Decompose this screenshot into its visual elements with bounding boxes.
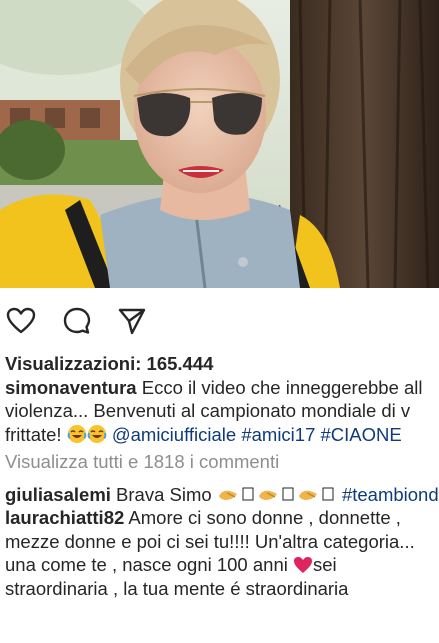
red-heart-emoji <box>293 556 313 577</box>
comment-text: sei <box>312 554 337 575</box>
comment-text: straordinaria , la tua mente é straordin… <box>5 577 349 599</box>
views-row: Visualizzazioni: 165.444 <box>5 352 439 376</box>
tears-of-joy-emoji <box>67 424 87 447</box>
caption-text-2: violenza... Benvenuti al campionato mond… <box>5 400 411 421</box>
caption-line-2: violenza... Benvenuti al campionato mond… <box>5 399 439 423</box>
view-all-comments-link[interactable]: Visualizza tutti e 1818 i commenti <box>5 450 439 474</box>
caption-line-3: frittate! @amiciufficiale #amici17 #CIAO… <box>5 423 439 447</box>
hashtag-link-ciaone[interactable]: #CIAONE <box>321 424 402 445</box>
caption-line-1: simonaventura Ecco il video che innegger… <box>5 376 439 400</box>
comment-continuation: mezze donne e poi ci sei tu!!!! Un'altra… <box>5 530 439 554</box>
comment-continuation: una come te , nasce ogni 100 anni sei <box>5 553 439 577</box>
comment-continuation: straordinaria , la tua mente é straordin… <box>5 577 439 601</box>
mention-link[interactable]: @amiciufficiale <box>112 424 236 445</box>
clapping-hands-emoji <box>217 484 257 507</box>
comment-text: Amore ci sono donne , donnette , <box>128 507 401 528</box>
hashtag-link-amici17[interactable]: #amici17 <box>241 424 315 445</box>
caption-text-1: Ecco il video che inneggerebbe all <box>141 376 423 398</box>
views-label: Visualizzazioni: <box>5 353 142 374</box>
comment-row: laurachiatti82 Amore ci sono donne , don… <box>5 506 439 530</box>
heart-outline-icon <box>6 307 36 334</box>
paper-plane-icon <box>118 308 146 335</box>
clapping-hands-emoji <box>297 484 337 507</box>
tears-of-joy-emoji <box>87 424 107 447</box>
post-details: Visualizzazioni: 165.444 simonaventura E… <box>5 352 439 600</box>
video-frame <box>0 0 439 288</box>
caption-text-3: frittate! <box>5 423 62 445</box>
clapping-hands-emoji <box>257 484 297 507</box>
like-button[interactable] <box>4 304 38 338</box>
views-count: 165.444 <box>146 353 214 374</box>
post-media[interactable] <box>0 0 439 288</box>
comment-row: giuliasalemi Brava Simo #teambiondo <box>5 483 439 507</box>
comment-author[interactable]: giuliasalemi <box>5 484 111 505</box>
hashtag-link-teambiondo[interactable]: #teambiondo <box>342 484 439 505</box>
comment-button[interactable] <box>60 304 94 338</box>
post-action-bar <box>0 298 439 342</box>
comment-text: Brava Simo <box>116 483 212 505</box>
comment-text: mezze donne e poi ci sei tu!!!! Un'altra… <box>5 530 415 552</box>
comment-author[interactable]: laurachiatti82 <box>5 507 124 528</box>
comment-bubble-icon <box>63 307 91 334</box>
caption-author[interactable]: simonaventura <box>5 377 137 398</box>
comment-text: una come te , nasce ogni 100 anni <box>5 554 288 575</box>
share-button[interactable] <box>115 304 149 338</box>
